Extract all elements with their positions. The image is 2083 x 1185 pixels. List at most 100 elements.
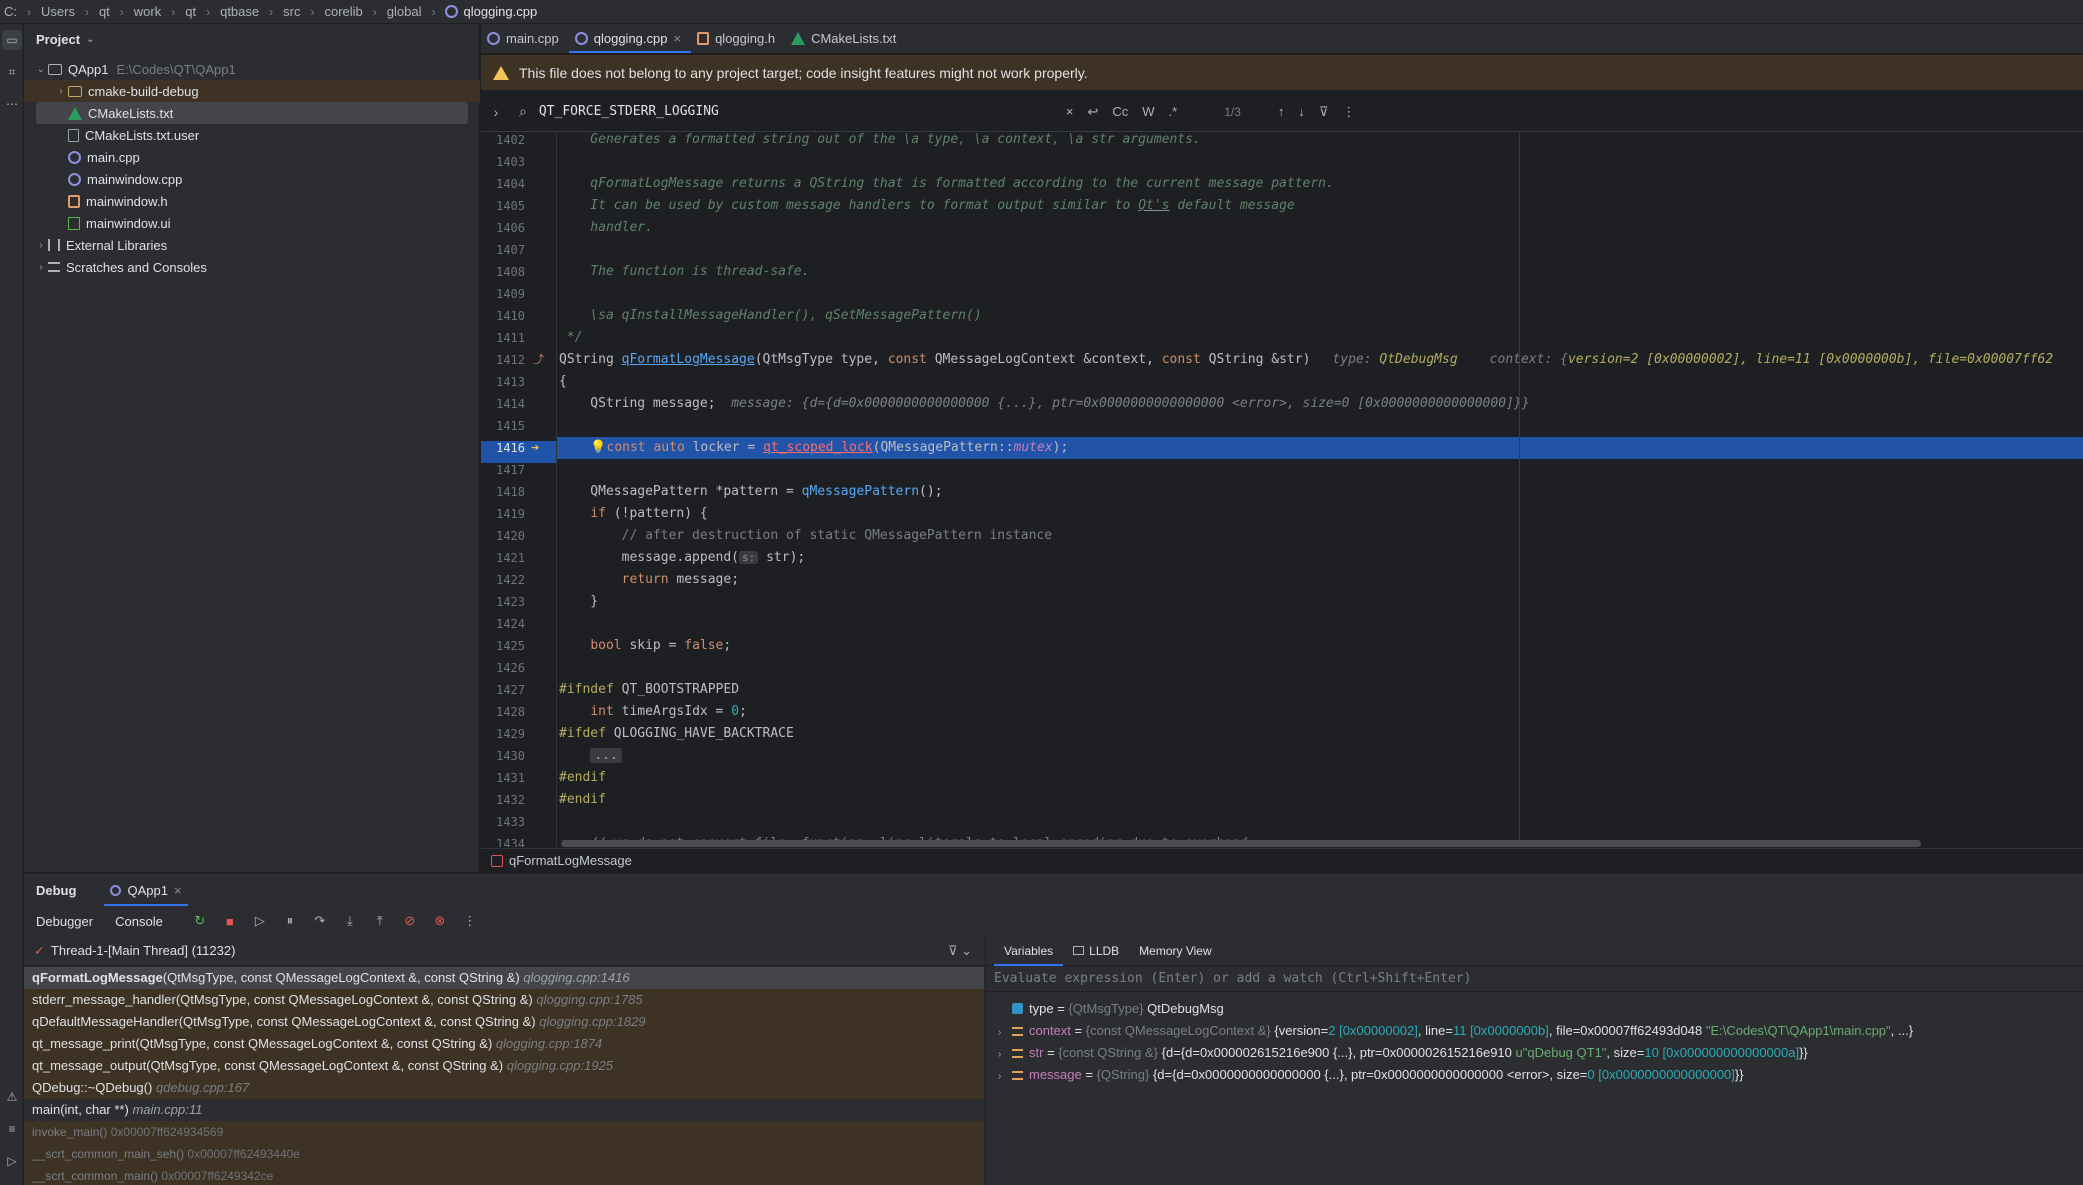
filter-icon[interactable]: ⊽	[1319, 104, 1329, 120]
project-header[interactable]: Project ⌄	[24, 24, 479, 54]
tab-debugger[interactable]: Debugger	[36, 914, 93, 929]
more-options-icon[interactable]: ⋮	[462, 913, 478, 929]
step-into-icon[interactable]: ⤓	[342, 913, 358, 929]
tab-console[interactable]: Console	[115, 914, 163, 929]
breadcrumb-item[interactable]: work	[132, 4, 163, 19]
project-folder-icon[interactable]: ▭	[2, 30, 22, 50]
variable-row[interactable]: › str = {const QString &} {d={d=0x0000026…	[986, 1042, 2083, 1064]
find-input[interactable]	[538, 104, 1059, 119]
frame-location: 0x00007ff624934569	[110, 1125, 224, 1139]
todo-icon[interactable]: ≡	[2, 1119, 22, 1139]
breadcrumb-current-file[interactable]: qlogging.cpp	[443, 4, 539, 19]
chevron-down-icon[interactable]: ⌄	[34, 64, 48, 75]
tree-item-scratches[interactable]: › Scratches and Consoles	[24, 256, 480, 278]
breadcrumb-item[interactable]: C:	[2, 4, 19, 19]
tree-item-mainwindow-cpp[interactable]: mainwindow.cpp	[24, 168, 480, 190]
breadcrumb-item[interactable]: qt	[183, 4, 198, 19]
chevron-right-icon[interactable]: ›	[998, 1044, 1012, 1066]
tab-qlogging-cpp[interactable]: qlogging.cpp ×	[568, 23, 692, 53]
match-case-button[interactable]: Cc	[1112, 104, 1128, 119]
chevron-right-icon[interactable]: ›	[481, 104, 511, 120]
thread-label: Thread-1-[Main Thread] (11232)	[50, 943, 236, 958]
structure-icon[interactable]: ⌗	[2, 62, 22, 82]
tab-main-cpp[interactable]: main.cpp	[481, 23, 569, 53]
tree-item-external-libraries[interactable]: › External Libraries	[24, 234, 480, 256]
step-out-icon[interactable]: ⤒	[372, 913, 388, 929]
arrow-up-icon[interactable]: ↑	[1278, 104, 1285, 119]
stop-icon[interactable]: ■	[222, 914, 238, 929]
breadcrumb-item[interactable]: corelib	[322, 4, 364, 19]
run-icon[interactable]: ▷	[2, 1151, 22, 1171]
variable-row[interactable]: › message = {QString} {d={d=0x00000000000…	[986, 1064, 2083, 1086]
frame-item[interactable]: __scrt_common_main() 0x00007ff6249342ce	[24, 1165, 984, 1185]
step-over-icon[interactable]: ↷	[312, 913, 328, 929]
thread-selector[interactable]: ✓ Thread-1-[Main Thread] (11232) ⊽ ⌄	[24, 936, 984, 966]
more-options-icon[interactable]: ⋮	[1342, 104, 1355, 120]
tab-label: main.cpp	[506, 30, 559, 46]
pause-icon[interactable]: ⏸	[282, 913, 298, 929]
tab-debug-session[interactable]: QApp1 ×	[104, 874, 188, 906]
frame-item[interactable]: qt_message_print(QtMsgType, const QMessa…	[24, 1033, 984, 1055]
chevron-down-icon[interactable]: ⌄	[86, 34, 94, 45]
chevron-right-icon[interactable]: ›	[34, 240, 48, 251]
breadcrumb-item[interactable]: qt	[97, 4, 112, 19]
rerun-icon[interactable]: ↻	[192, 913, 208, 929]
frame-item[interactable]: QDebug::~QDebug() qdebug.cpp:167	[24, 1077, 984, 1099]
frame-item[interactable]: __scrt_common_main_seh() 0x00007ff624934…	[24, 1143, 984, 1165]
tree-item-cmake-build-debug[interactable]: › cmake-build-debug	[24, 80, 480, 102]
search-icon[interactable]: ⌕	[519, 103, 527, 120]
arrow-down-icon[interactable]: ↓	[1298, 104, 1305, 119]
function-name[interactable]: qFormatLogMessage	[622, 352, 755, 367]
close-icon[interactable]: ×	[673, 31, 681, 46]
breadcrumb-item[interactable]: Users	[39, 4, 77, 19]
breadcrumb-item[interactable]: qtbase	[218, 4, 261, 19]
chevron-right-icon[interactable]: ›	[998, 1022, 1012, 1044]
tab-memory-view[interactable]: Memory View	[1129, 936, 1221, 966]
variable-row[interactable]: › context = {const QMessageLogContext &} …	[986, 1020, 2083, 1042]
chevron-right-icon[interactable]: ›	[998, 1066, 1012, 1088]
tab-cmakelists[interactable]: CMakeLists.txt	[785, 23, 906, 53]
tree-item-cmakelists[interactable]: CMakeLists.txt	[36, 102, 468, 124]
frame-item[interactable]: invoke_main() 0x00007ff624934569	[24, 1121, 984, 1143]
breadcrumb-item[interactable]: global	[385, 4, 424, 19]
tree-item-root[interactable]: ⌄ QApp1 E:\Codes\QT\QApp1	[24, 58, 480, 80]
clear-icon[interactable]: ×	[1066, 104, 1074, 119]
resume-icon[interactable]: ▷	[252, 913, 268, 929]
tree-item-main-cpp[interactable]: main.cpp	[24, 146, 480, 168]
frame-item[interactable]: stderr_message_handler(QtMsgType, const …	[24, 989, 984, 1011]
chevron-right-icon[interactable]: ›	[54, 86, 68, 97]
variable-row[interactable]: type = {QtMsgType} QtDebugMsg	[986, 998, 2083, 1020]
horizontal-scrollbar[interactable]	[561, 840, 1921, 847]
line-number: 1404	[496, 177, 525, 191]
history-icon[interactable]: ↩	[1087, 104, 1098, 120]
tab-variables[interactable]: Variables	[994, 936, 1064, 966]
tree-item-mainwindow-h[interactable]: mainwindow.h	[24, 190, 480, 212]
editor-breadcrumb[interactable]: qFormatLogMessage	[481, 848, 2083, 872]
frame-item[interactable]: main(int, char **) main.cpp:11	[24, 1099, 984, 1121]
frame-item[interactable]: qDefaultMessageHandler(QtMsgType, const …	[24, 1011, 984, 1033]
frame-item[interactable]: qFormatLogMessage(QtMsgType, const QMess…	[24, 967, 984, 989]
tree-item-mainwindow-ui[interactable]: mainwindow.ui	[24, 212, 480, 234]
regex-button[interactable]: .*	[1169, 104, 1178, 119]
close-icon[interactable]: ×	[174, 883, 182, 898]
frame-item[interactable]: qt_message_output(QtMsgType, const QMess…	[24, 1055, 984, 1077]
implementation-marker-icon[interactable]: ⤴	[533, 349, 544, 371]
whole-word-button[interactable]: W	[1142, 104, 1154, 119]
editor-gutter[interactable]: 1402 1403 1404 1405 1406 1407 1408 1409 …	[481, 133, 557, 847]
lightbulb-icon[interactable]: 💡	[590, 440, 606, 455]
code-editor[interactable]: Generates a formatted string out of the …	[557, 133, 2083, 847]
more-tools-icon[interactable]: ⋯	[2, 94, 22, 114]
folded-code-placeholder[interactable]: ...	[590, 748, 622, 763]
mute-breakpoints-icon[interactable]: ⊗	[432, 913, 448, 929]
view-breakpoints-icon[interactable]: ⊘	[402, 913, 418, 929]
tab-qlogging-h[interactable]: qlogging.h	[691, 23, 785, 53]
problems-icon[interactable]: ⚠	[2, 1087, 22, 1107]
filter-icon[interactable]: ⊽ ⌄	[948, 943, 972, 959]
function-call[interactable]: qt_scoped_lock	[763, 440, 873, 455]
tab-lldb[interactable]: LLDB	[1063, 936, 1129, 966]
watch-expression-input[interactable]	[986, 966, 2083, 992]
breadcrumb-item[interactable]: src	[281, 4, 302, 19]
debug-tab-bar: Debug QApp1 ×	[24, 874, 2083, 906]
tree-item-cmakelists-user[interactable]: CMakeLists.txt.user	[24, 124, 480, 146]
chevron-right-icon[interactable]: ›	[34, 262, 48, 273]
